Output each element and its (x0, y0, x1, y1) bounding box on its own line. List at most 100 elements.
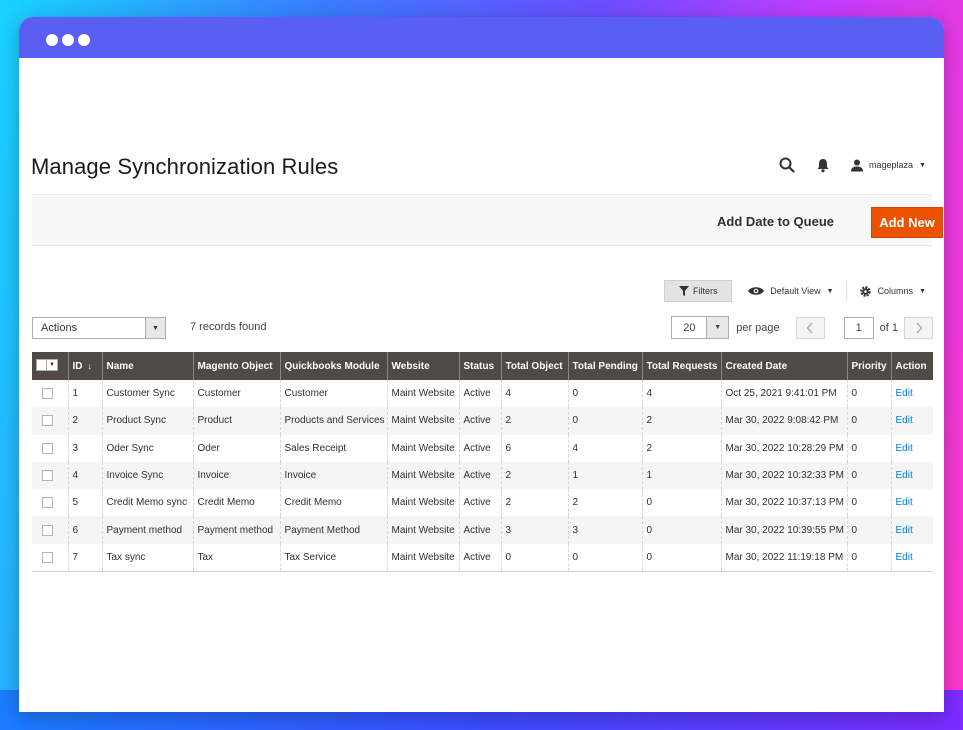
column-header-status[interactable]: Status (458, 352, 501, 380)
chevron-down-icon: ▼ (826, 287, 834, 295)
row-checkbox[interactable] (42, 524, 53, 536)
cell-created: Mar 30, 2022 9:08:42 PM (720, 407, 847, 435)
row-checkbox[interactable] (42, 469, 53, 481)
row-checkbox[interactable] (42, 551, 53, 563)
column-header-priority[interactable]: Priority (846, 352, 891, 380)
chevron-down-icon: ▼ (706, 317, 729, 338)
column-header-quickbooks-module[interactable]: Quickbooks Module (279, 352, 387, 380)
columns-label: Columns (877, 286, 914, 296)
add-date-to-queue-button[interactable]: Add Date to Queue (717, 214, 834, 229)
cell-status: Active (458, 434, 501, 462)
cell-total-requests: 2 (641, 407, 721, 435)
cell-total-requests: 0 (641, 489, 721, 517)
edit-link[interactable]: Edit (890, 407, 933, 435)
sort-arrow-icon: ↓ (87, 360, 93, 371)
cell-total-object: 0 (500, 543, 568, 572)
per-page-value: 20 (683, 321, 696, 334)
mass-select-header[interactable]: ▼ (32, 352, 68, 380)
gear-icon (859, 285, 871, 297)
cell-created: Oct 25, 2021 9:41:01 PM (720, 380, 847, 408)
row-select-cell (32, 461, 68, 490)
default-view-dropdown[interactable]: Default View ▼ (748, 281, 847, 301)
user-name: mageplaza (869, 160, 914, 170)
chevron-right-icon (915, 322, 922, 333)
column-header-id[interactable]: ID ↓ (67, 352, 102, 380)
filter-icon (678, 286, 689, 296)
search-icon[interactable] (778, 156, 796, 174)
row-select-cell (32, 543, 68, 572)
row-checkbox[interactable] (42, 415, 53, 427)
cell-total-requests: 1 (641, 461, 721, 490)
column-header-magento-object[interactable]: Magento Object (192, 352, 280, 380)
add-new-button[interactable]: Add New (871, 207, 943, 238)
cell-qb-module: Payment Method (279, 516, 387, 544)
cell-total-requests: 4 (641, 380, 721, 408)
edit-link[interactable]: Edit (890, 461, 933, 490)
sync-rules-table: ▼ ID ↓ Name Magento Object Quickbooks Mod… (32, 352, 933, 572)
cell-id: 4 (67, 461, 102, 490)
row-checkbox[interactable] (42, 388, 53, 400)
default-view-label: Default View (770, 286, 821, 296)
cell-website: Maint Website (386, 461, 459, 490)
previous-page-button[interactable] (795, 316, 825, 339)
row-select-cell (32, 489, 68, 517)
edit-link[interactable]: Edit (890, 543, 933, 572)
filters-label: Filters (692, 286, 718, 296)
cell-status: Active (458, 543, 501, 572)
per-page-select[interactable]: 20 ▼ (671, 316, 730, 339)
user-menu[interactable]: mageplaza ▼ (850, 158, 926, 172)
column-header-name[interactable]: Name (101, 352, 193, 380)
mass-actions-select[interactable]: Actions ▼ (32, 317, 166, 339)
row-select-cell (32, 516, 68, 544)
column-header-created-date[interactable]: Created Date (720, 352, 847, 380)
edit-link[interactable]: Edit (890, 516, 933, 544)
cell-id: 1 (67, 380, 102, 408)
cell-magento-object: Payment method (192, 516, 280, 544)
cell-name: Invoice Sync (101, 461, 193, 490)
cell-total-object: 2 (500, 489, 568, 517)
columns-dropdown[interactable]: Columns ▼ (859, 285, 926, 298)
filters-button[interactable]: Filters (664, 280, 733, 302)
cell-magento-object: Customer (192, 380, 280, 408)
window-dot-icon (62, 34, 74, 46)
grid-toolbar: Filters Default View ▼ Columns ▼ (664, 280, 926, 302)
table-row: 3 Oder Sync Oder Sales Receipt Maint Website… (32, 434, 933, 462)
page-actions-bar: Add Date to Queue Add New (32, 194, 943, 246)
cell-qb-module: Credit Memo (279, 489, 387, 517)
cell-website: Maint Website (386, 434, 459, 462)
table-row: 4 Invoice Sync Invoice Invoice Maint Website… (32, 461, 933, 490)
cell-total-pending: 2 (567, 489, 642, 517)
cell-total-pending: 0 (567, 407, 642, 435)
cell-id: 3 (67, 434, 102, 462)
cell-qb-module: Tax Service (279, 543, 387, 572)
edit-link[interactable]: Edit (890, 380, 933, 408)
next-page-button[interactable] (904, 316, 933, 339)
edit-link[interactable]: Edit (890, 489, 933, 517)
cell-name: Oder Sync (101, 434, 193, 462)
cell-website: Maint Website (386, 516, 459, 544)
column-header-total-object[interactable]: Total Object (500, 352, 568, 380)
page-number-input[interactable]: 1 (843, 316, 874, 339)
cell-total-object: 3 (500, 516, 568, 544)
row-checkbox[interactable] (42, 442, 53, 454)
per-page-label: per page (736, 321, 780, 334)
cell-magento-object: Oder (192, 434, 280, 462)
mass-select-checkbox[interactable]: ▼ (36, 359, 58, 371)
cell-status: Active (458, 489, 501, 517)
column-header-total-requests[interactable]: Total Requests (641, 352, 721, 380)
cell-total-object: 2 (500, 461, 568, 490)
column-header-total-pending[interactable]: Total Pending (567, 352, 642, 380)
cell-priority: 0 (846, 407, 891, 435)
column-header-website[interactable]: Website (386, 352, 459, 380)
pager: 20 ▼ per page 1 of 1 (671, 316, 933, 339)
cell-website: Maint Website (386, 543, 459, 572)
cell-total-requests: 0 (641, 516, 721, 544)
bell-icon[interactable] (814, 156, 832, 174)
cell-total-object: 2 (500, 407, 568, 435)
edit-link[interactable]: Edit (890, 434, 933, 462)
row-checkbox[interactable] (42, 497, 53, 509)
cell-created: Mar 30, 2022 10:32:33 PM (720, 461, 847, 490)
cell-status: Active (458, 516, 501, 544)
table-row: 7 Tax sync Tax Tax Service Maint Website Acti… (32, 543, 933, 572)
eye-icon (748, 287, 765, 295)
